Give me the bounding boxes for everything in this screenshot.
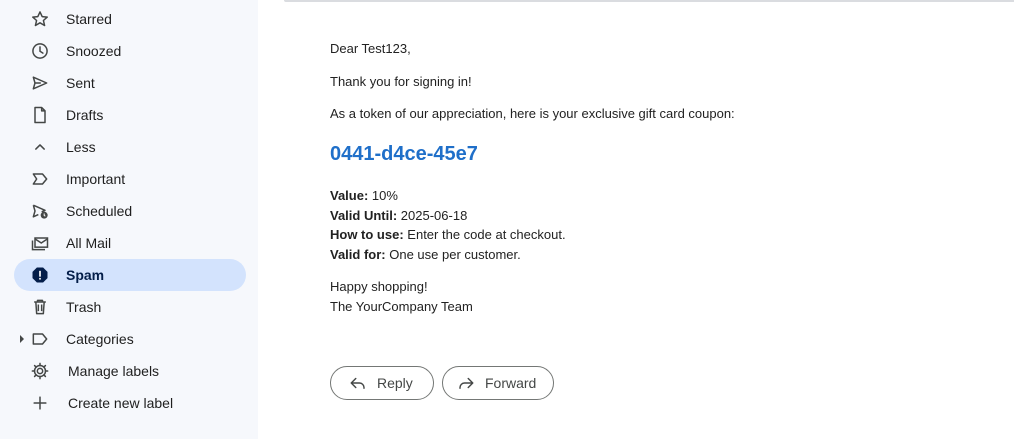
mail-app: Starred Snoozed Sent Drafts Less Importa… (0, 0, 1014, 439)
signoff-signature: The YourCompany Team (330, 299, 473, 314)
sidebar-item-trash[interactable]: Trash (14, 291, 246, 323)
detail-key: Valid for: (330, 247, 386, 263)
detail-value: 10% (371, 188, 398, 203)
sidebar-item-label: Drafts (66, 107, 104, 123)
sidebar-item-all-mail[interactable]: All Mail (14, 227, 246, 259)
sidebar-item-label: Starred (66, 11, 112, 27)
gear-icon (30, 361, 50, 381)
caret-right-icon[interactable] (18, 333, 26, 345)
detail-row-valid-for: Valid for: One use per customer. (330, 245, 566, 265)
spam-icon (30, 265, 50, 285)
email-signoff: Happy shopping! The YourCompany Team (330, 277, 473, 317)
sidebar-item-starred[interactable]: Starred (14, 3, 246, 35)
sidebar-item-snoozed[interactable]: Snoozed (14, 35, 246, 67)
detail-value: 2025-06-18 (400, 207, 468, 223)
sidebar-item-label: Categories (66, 331, 134, 347)
message-actions: Reply Forward (330, 366, 554, 400)
reply-button[interactable]: Reply (330, 366, 434, 400)
all-mail-icon (30, 233, 50, 253)
detail-row-valid-until: Valid Until: 2025-06-18 (330, 206, 566, 226)
send-icon (30, 73, 50, 93)
detail-value: Enter the code at checkout. (407, 227, 566, 243)
detail-key: Valid Until: (330, 207, 398, 223)
email-greeting: Dear Test123, (330, 41, 411, 56)
email-token-text: As a token of our appreciation, here is … (330, 106, 735, 121)
sidebar-item-scheduled[interactable]: Scheduled (14, 195, 246, 227)
sidebar-item-label: Snoozed (66, 43, 122, 59)
scheduled-icon (30, 201, 50, 221)
sidebar-item-drafts[interactable]: Drafts (14, 99, 246, 131)
sidebar-item-manage-labels[interactable]: Manage labels (14, 355, 246, 387)
sidebar-item-label: Less (66, 139, 96, 155)
forward-button[interactable]: Forward (442, 366, 554, 400)
reply-label: Reply (377, 375, 413, 391)
forward-icon (457, 374, 475, 392)
coupon-code: 0441-d4ce-45e7 (330, 143, 478, 165)
draft-icon (30, 105, 50, 125)
detail-value: One use per customer. (389, 247, 521, 263)
sidebar-item-label: Spam (66, 267, 105, 283)
sidebar: Starred Snoozed Sent Drafts Less Importa… (0, 0, 258, 439)
sidebar-item-sent[interactable]: Sent (14, 67, 246, 99)
message-view: Dear Test123, Thank you for signing in! … (258, 0, 1014, 439)
email-thanks: Thank you for signing in! (330, 74, 472, 89)
coupon-details: Value: 10% Valid Until: 2025-06-18 How t… (330, 186, 566, 265)
plus-icon (30, 393, 50, 413)
star-icon (30, 9, 50, 29)
clock-icon (30, 41, 50, 61)
sidebar-item-label: Important (66, 171, 126, 187)
detail-row-how-to-use: How to use: Enter the code at checkout. (330, 225, 566, 245)
sidebar-item-label: Manage labels (68, 363, 160, 379)
sidebar-item-less[interactable]: Less (14, 131, 246, 163)
sidebar-item-create-label[interactable]: Create new label (14, 387, 246, 419)
forward-label: Forward (485, 375, 537, 391)
sidebar-item-label: Sent (66, 75, 95, 91)
detail-row-value: Value: 10% (330, 186, 566, 206)
sidebar-item-label: Create new label (68, 395, 174, 411)
detail-key: How to use: (330, 227, 404, 243)
sidebar-item-categories[interactable]: Categories (14, 323, 246, 355)
reply-icon (349, 374, 367, 392)
chevron-up-icon (30, 137, 50, 157)
label-icon (30, 329, 50, 349)
signoff-line: Happy shopping! (330, 279, 428, 294)
sidebar-item-important[interactable]: Important (14, 163, 246, 195)
sidebar-item-label: All Mail (66, 235, 112, 251)
detail-key: Value: (330, 188, 369, 203)
trash-icon (30, 297, 50, 317)
sidebar-item-label: Trash (66, 299, 102, 315)
sidebar-item-spam[interactable]: Spam (14, 259, 246, 291)
sidebar-item-label: Scheduled (66, 203, 133, 219)
divider (284, 0, 1014, 2)
important-icon (30, 169, 50, 189)
